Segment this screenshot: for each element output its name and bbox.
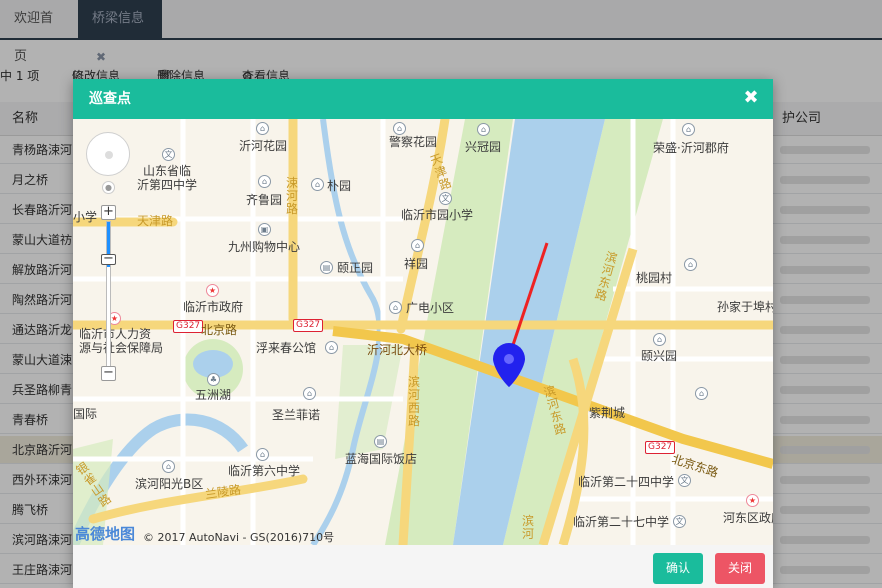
school-icon: 文 <box>162 148 175 161</box>
zoom-handle[interactable]: − <box>101 252 116 265</box>
confirm-button[interactable]: 确认 <box>653 553 703 584</box>
map-label: 荣盛·沂河郡府 <box>653 141 729 155</box>
map-label: 沂河花园 <box>239 139 288 153</box>
map-label: 五洲湖 <box>195 388 232 402</box>
building-icon: ⌂ <box>311 178 324 191</box>
map-label: 颐兴园 <box>641 349 678 363</box>
zoom-in-button[interactable]: + <box>101 205 116 220</box>
building-icon: ⌂ <box>256 448 269 461</box>
modal-title: 巡查点 <box>89 91 131 107</box>
close-icon[interactable]: ✖ <box>741 88 761 108</box>
map-label: 滨河阳光B区 <box>135 477 204 491</box>
building-icon: ⌂ <box>393 122 406 135</box>
map-label: 国际 <box>73 407 98 421</box>
building-icon: ⌂ <box>411 239 424 252</box>
map-label: 朴园 <box>327 179 352 193</box>
map-label: 临沂市园小学 <box>401 208 474 222</box>
building-icon: ⌂ <box>303 387 316 400</box>
school-icon: 文 <box>678 474 691 487</box>
road-label: 北京路 <box>201 323 238 337</box>
building-icon: ⌂ <box>695 387 708 400</box>
map-label: 河东区政府 <box>723 511 773 525</box>
building-icon: ⌂ <box>325 341 338 354</box>
map-label: 蓝海国际饭店 <box>345 452 418 466</box>
building-icon: ⌂ <box>477 123 490 136</box>
locate-icon[interactable]: ● <box>102 181 115 194</box>
map-label: 兴冠园 <box>465 140 502 154</box>
map-label: 桃园村 <box>636 271 673 285</box>
modal-footer: 确认 关闭 <box>73 545 773 588</box>
hotel-icon: ▤ <box>374 435 387 448</box>
highway-shield: G327 <box>173 320 204 333</box>
building-icon: ⌂ <box>653 333 666 346</box>
map-label: 祥园 <box>404 257 429 271</box>
hotel-icon: ▤ <box>320 261 333 274</box>
map-label: 临沂第二十七中学 <box>573 515 670 529</box>
map-label: 临沂市人力资 源与社会保障局 <box>79 327 164 355</box>
highway-shield: G327 <box>293 319 324 332</box>
school-icon: 文 <box>673 515 686 528</box>
map-pan-control[interactable] <box>86 132 130 176</box>
map-label: 警察花园 <box>389 135 438 149</box>
pan-center-icon <box>105 151 113 159</box>
map-logo: 高德地图 <box>75 525 136 543</box>
map-label: 圣兰菲诺 <box>272 408 321 422</box>
map-label: 九州购物中心 <box>228 240 301 254</box>
map-label: 紫荆城 <box>589 406 626 420</box>
zoom-out-button[interactable]: − <box>101 366 116 381</box>
inspection-point-modal: 巡查点 ✖ ⌂ ⌂ ⌂ ⌂ 文 ⌂ ⌂ 文 ▣ ⌂ ▤ ⌂ ★ ⌂ ★ ⌂ ⌂ … <box>73 79 773 588</box>
building-icon: ⌂ <box>258 175 271 188</box>
map-label: 临沂市政府 <box>183 300 244 314</box>
map-label: 颐正园 <box>337 261 374 275</box>
close-button[interactable]: 关闭 <box>715 553 765 584</box>
building-icon: ⌂ <box>684 258 697 271</box>
shopping-icon: ▣ <box>258 223 271 236</box>
modal-header: 巡查点 ✖ <box>73 79 773 119</box>
school-icon: 文 <box>439 192 452 205</box>
road-label: 滨河西路 <box>407 375 420 428</box>
map-label: 小学 <box>73 210 98 224</box>
map-view[interactable]: ⌂ ⌂ ⌂ ⌂ 文 ⌂ ⌂ 文 ▣ ⌂ ▤ ⌂ ★ ⌂ ★ ⌂ ⌂ ♣ ⌂ ⌂ … <box>73 119 773 545</box>
map-label: 沂河北大桥 <box>367 343 428 357</box>
government-icon: ★ <box>746 494 759 507</box>
map-copyright: © 2017 AutoNavi - GS(2016)710号 <box>143 531 335 544</box>
road-label: 涑河路 <box>285 176 298 216</box>
zoom-slider[interactable] <box>106 221 111 371</box>
road-label: 天津路 <box>137 214 174 228</box>
road-label: 滨河 <box>521 514 534 541</box>
government-icon: ★ <box>206 284 219 297</box>
map-label: 孙家于埠村 <box>717 300 773 314</box>
map-label: 山东省临 沂第四中学 <box>137 164 198 192</box>
map-label: 广电小区 <box>406 301 455 315</box>
park-icon: ♣ <box>207 373 220 386</box>
building-icon: ⌂ <box>162 460 175 473</box>
map-label: 临沂第二十四中学 <box>578 475 675 489</box>
map-label: 临沂第六中学 <box>228 464 301 478</box>
highway-shield: G327 <box>645 441 676 454</box>
building-icon: ⌂ <box>256 122 269 135</box>
building-icon: ⌂ <box>682 123 695 136</box>
building-icon: ⌂ <box>389 301 402 314</box>
map-label: 浮来春公馆 <box>256 341 317 355</box>
map-label: 齐鲁园 <box>246 193 283 207</box>
